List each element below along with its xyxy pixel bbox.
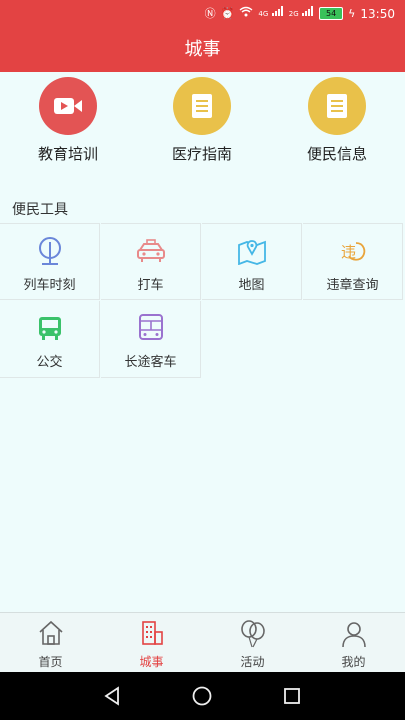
tab-mine[interactable]: 我的: [303, 613, 404, 673]
status-time: 13:50: [360, 6, 395, 21]
recents-icon[interactable]: [280, 684, 304, 708]
service-label: 医疗指南: [171, 145, 232, 163]
tool-label: 列车时刻: [23, 278, 76, 293]
tool-label: 地图: [238, 278, 265, 293]
network-type-1: 4G: [258, 10, 269, 18]
nfc-icon: Ⓝ: [204, 6, 216, 20]
tab-label: 活动: [240, 655, 265, 669]
train-icon: [0, 236, 99, 266]
page-title: 城事: [184, 39, 221, 60]
home-icon: [0, 619, 101, 649]
charging-icon: ϟ: [348, 6, 356, 20]
user-icon: [303, 619, 404, 649]
map-icon: [202, 236, 301, 266]
services-row: 教育培训 医疗指南 便民信息: [0, 72, 405, 182]
tool-label: 打车: [137, 278, 164, 293]
service-label: 便民信息: [306, 145, 367, 163]
tool-label: 公交: [36, 355, 63, 370]
status-icons: Ⓝ ⏰ 4G 2G 54 ϟ 13:50: [205, 6, 395, 21]
tab-label: 城事: [139, 655, 164, 669]
tool-label: 违章查询: [326, 278, 379, 293]
network-type-2: 2G: [288, 10, 299, 18]
tab-city[interactable]: 城事: [101, 613, 202, 673]
app-header: 城事: [0, 28, 405, 72]
building-icon: [101, 619, 202, 649]
document-icon: [308, 77, 366, 135]
service-label: 教育培训: [37, 145, 98, 163]
battery-level: 54: [326, 9, 337, 18]
bus-icon: [0, 313, 99, 343]
tool-label: 长途客车: [124, 355, 177, 370]
document-icon: [173, 77, 231, 135]
bottom-tab-bar: 首页 城事 活动 我的: [0, 612, 405, 673]
tool-violation[interactable]: 违 违章查询: [303, 223, 403, 300]
tool-map[interactable]: 地图: [202, 223, 302, 300]
tab-home[interactable]: 首页: [0, 613, 101, 673]
service-education[interactable]: 教育培训: [8, 77, 128, 164]
back-icon[interactable]: [100, 684, 124, 708]
home-circle-icon[interactable]: [190, 684, 214, 708]
tab-label: 首页: [38, 655, 63, 669]
tool-train-schedule[interactable]: 列车时刻: [0, 223, 100, 300]
coach-icon: [101, 313, 200, 343]
tool-taxi[interactable]: 打车: [101, 223, 201, 300]
signal-icon: 4G: [258, 6, 283, 21]
video-camera-icon: [39, 77, 97, 135]
tab-label: 我的: [341, 655, 366, 669]
signal-icon: 2G: [289, 6, 314, 21]
svg-text:违: 违: [341, 243, 356, 261]
wifi-icon: [239, 6, 253, 21]
service-info[interactable]: 便民信息: [277, 77, 397, 164]
alarm-icon: ⏰: [220, 6, 235, 20]
service-medical[interactable]: 医疗指南: [142, 77, 262, 164]
tool-bus[interactable]: 公交: [0, 301, 100, 378]
tool-coach[interactable]: 长途客车: [101, 301, 201, 378]
section-title: 便民工具: [12, 202, 68, 218]
balloons-icon: [202, 619, 303, 649]
taxi-icon: [101, 236, 200, 266]
battery-icon: 54: [319, 7, 344, 20]
status-bar: Ⓝ ⏰ 4G 2G 54 ϟ 13:50: [0, 0, 405, 28]
violation-icon: 违: [303, 236, 402, 266]
system-nav-bar: [0, 672, 405, 720]
tab-activity[interactable]: 活动: [202, 613, 303, 673]
